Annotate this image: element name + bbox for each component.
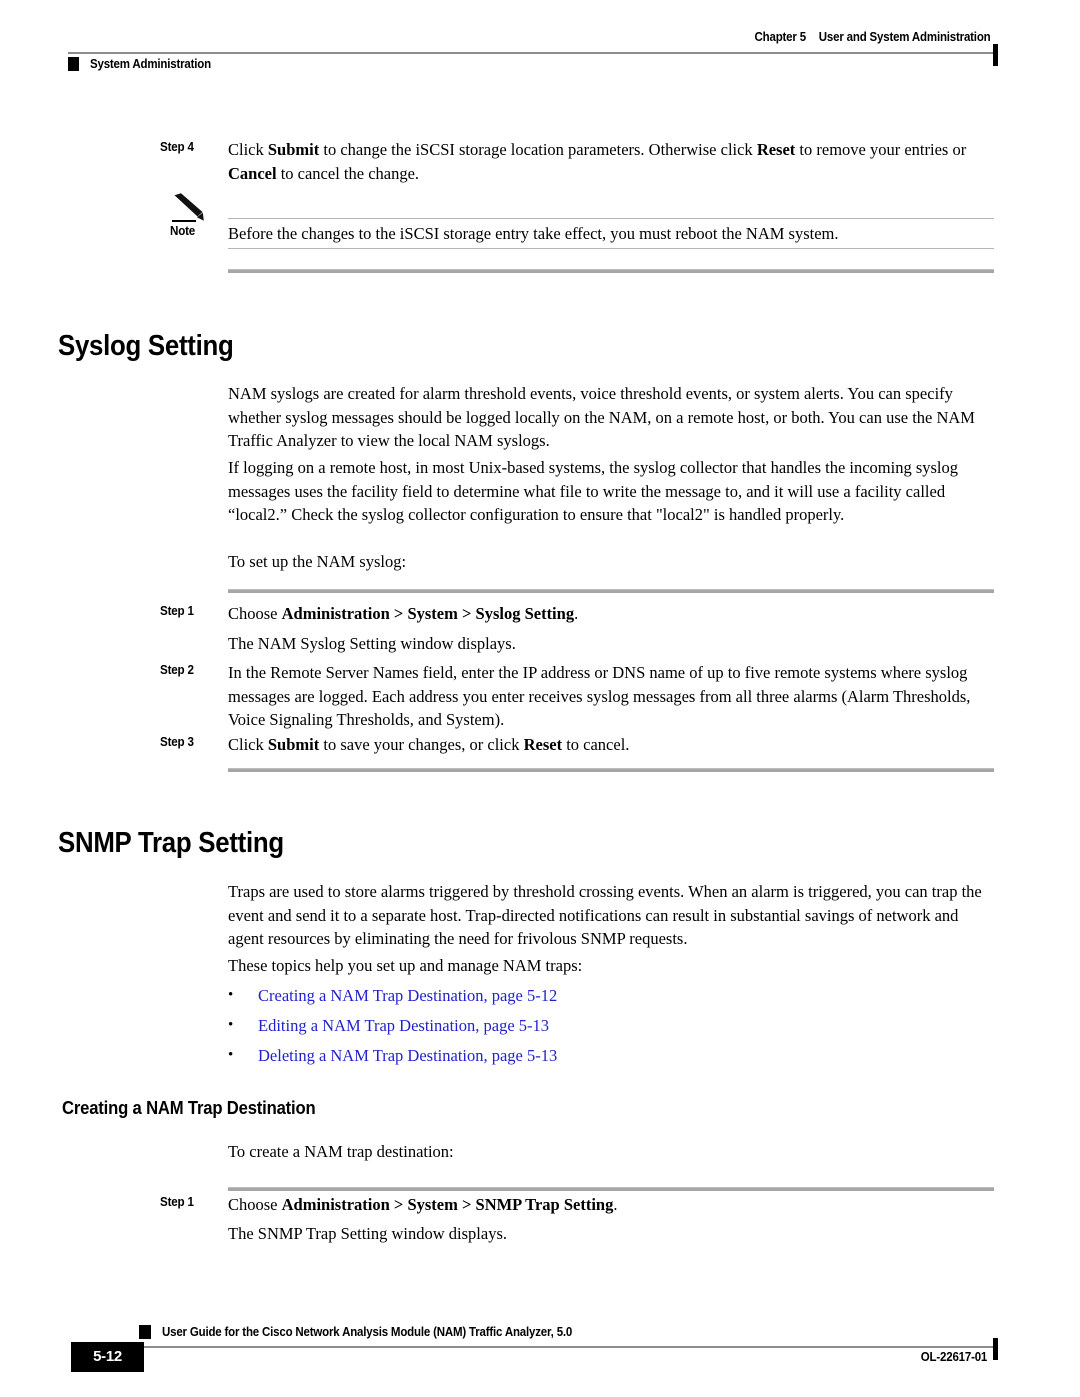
header-rule xyxy=(68,52,995,54)
bold-reset: Reset xyxy=(523,735,563,754)
text-fragment: . xyxy=(574,604,579,623)
step-label: Step 4 xyxy=(160,140,194,154)
header-chapter-label: Chapter 5 xyxy=(754,30,806,44)
footer-page-box: 5-12 xyxy=(71,1342,144,1372)
text-fragment: to cancel the change. xyxy=(276,163,420,183)
step-body: Choose Administration > System > SNMP Tr… xyxy=(228,1193,994,1217)
bold-submit: Submit xyxy=(267,735,320,754)
bold-reset: Reset xyxy=(756,140,796,159)
subheading-creating-nam-trap-destination: Creating a NAM Trap Destination xyxy=(62,1097,316,1118)
snmp-paragraph-2: These topics help you set up and manage … xyxy=(228,956,583,975)
heading-snmp-trap-setting: SNMP Trap Setting xyxy=(58,827,284,859)
text-fragment: Click xyxy=(228,735,268,754)
bold-submit: Submit xyxy=(267,140,320,159)
heading-syslog-setting: Syslog Setting xyxy=(58,330,234,362)
bullet-icon: • xyxy=(228,987,234,1003)
document-page: Chapter 5 User and System Administration … xyxy=(0,0,1080,1397)
syslog-paragraph-1: NAM syslogs are created for alarm thresh… xyxy=(228,384,975,450)
header-chapter-title: User and System Administration xyxy=(818,30,990,44)
link-deleting-nam-trap-destination[interactable]: Deleting a NAM Trap Destination, page 5-… xyxy=(258,1044,557,1068)
text-fragment: to save your changes, or click xyxy=(319,735,524,754)
header-bullet-square-icon xyxy=(68,57,79,71)
snmp-steps-rule-top xyxy=(228,1187,994,1191)
snmp-paragraph-1: Traps are used to store alarms triggered… xyxy=(228,882,982,948)
bold-menu-path: Administration > System > SNMP Trap Sett… xyxy=(281,1195,614,1214)
footer-doc-id: OL-22617-01 xyxy=(920,1350,988,1364)
step-body: Click Submit to change the iSCSI storage… xyxy=(228,138,994,185)
page-header: Chapter 5 User and System Administration … xyxy=(0,30,1080,90)
pencil-icon xyxy=(174,193,204,221)
footer-rule xyxy=(83,1346,995,1348)
step-label: Step 2 xyxy=(160,663,194,677)
text-fragment: Choose xyxy=(228,1195,282,1214)
page-footer: User Guide for the Cisco Network Analysi… xyxy=(0,1310,1080,1390)
syslog-steps-rule-top xyxy=(228,589,994,593)
header-section-title: System Administration xyxy=(90,57,211,71)
snmp-create-intro: To create a NAM trap destination: xyxy=(228,1142,454,1161)
bold-menu-path: Administration > System > Syslog Setting xyxy=(281,604,575,623)
footer-bullet-square-icon xyxy=(139,1325,151,1339)
note-rule-bottom xyxy=(228,248,994,249)
step-body: In the Remote Server Names field, enter … xyxy=(228,663,971,729)
header-edge-tick xyxy=(993,44,998,66)
bullet-icon: • xyxy=(228,1047,234,1063)
note-rule-top xyxy=(228,218,994,219)
bullet-icon: • xyxy=(228,1017,234,1033)
text-fragment: Click xyxy=(228,140,268,159)
syslog-paragraph-2: If logging on a remote host, in most Uni… xyxy=(228,458,959,524)
text-fragment: to remove your entries or xyxy=(795,140,967,159)
section-rule-iscsi xyxy=(228,269,994,273)
link-editing-nam-trap-destination[interactable]: Editing a NAM Trap Destination, page 5-1… xyxy=(258,1014,549,1038)
text-fragment: Choose xyxy=(228,604,282,623)
step-body: Choose Administration > System > Syslog … xyxy=(228,602,994,626)
step-label: Step 1 xyxy=(160,604,194,618)
syslog-steps-rule-bottom xyxy=(228,768,994,772)
text-fragment: to change the iSCSI storage location par… xyxy=(319,140,757,159)
note-text: Before the changes to the iSCSI storage … xyxy=(228,224,839,243)
step-label: Step 3 xyxy=(160,735,194,749)
footer-edge-tick xyxy=(993,1338,998,1360)
text-fragment: . xyxy=(613,1195,618,1214)
text-fragment: to cancel. xyxy=(562,735,630,754)
footer-page-number: 5-12 xyxy=(93,1348,122,1365)
snmp-step-1-sub: The SNMP Trap Setting window displays. xyxy=(228,1224,508,1243)
note-label: Note xyxy=(170,224,196,238)
link-creating-nam-trap-destination[interactable]: Creating a NAM Trap Destination, page 5-… xyxy=(258,984,557,1008)
step-body: Click Submit to save your changes, or cl… xyxy=(228,733,994,757)
note-underline xyxy=(172,220,196,222)
footer-guide-title: User Guide for the Cisco Network Analysi… xyxy=(162,1325,573,1339)
syslog-paragraph-3: To set up the NAM syslog: xyxy=(228,552,407,571)
syslog-step-1-sub: The NAM Syslog Setting window displays. xyxy=(228,634,516,653)
bold-cancel: Cancel xyxy=(228,163,277,183)
header-chapter-line: Chapter 5 User and System Administration xyxy=(754,30,990,44)
step-label: Step 1 xyxy=(160,1195,194,1209)
